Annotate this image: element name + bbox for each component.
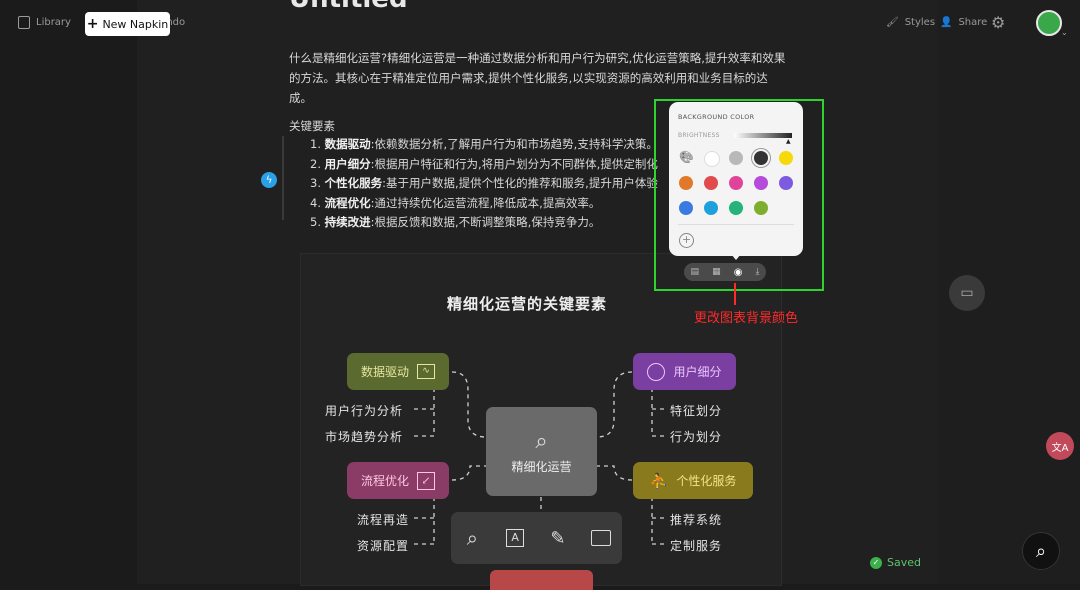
comment-icon: ▭ [960, 285, 974, 301]
search-star-icon: ⌕ [535, 428, 548, 454]
sub-market-trend[interactable]: 市场趋势分析 [325, 428, 403, 445]
node-user-segment[interactable]: 用户细分 [633, 353, 736, 390]
node-service-label: 个性化服务 [676, 474, 737, 488]
sub-feature-split[interactable]: 特征划分 [670, 402, 722, 419]
node-continuous-improve[interactable] [490, 570, 593, 590]
text-tool-icon[interactable]: A [501, 524, 529, 552]
zoom-button[interactable]: ⌕ [1022, 532, 1060, 570]
chart-line-icon: ∿ [417, 364, 435, 379]
sub-recommend-system[interactable]: 推荐系统 [670, 511, 722, 528]
check-circle-icon: ✓ [870, 556, 882, 569]
node-process-label: 流程优化 [360, 474, 409, 488]
arrow-diagonal-icon: ↙ [417, 471, 435, 490]
person-icon: ⛹ [649, 471, 669, 490]
comment-button[interactable]: ▭ [949, 275, 985, 311]
magic-search-icon[interactable]: ⌕ [458, 524, 486, 552]
node-user-label: 用户细分 [673, 365, 722, 379]
diagram-connectors [414, 371, 664, 545]
center-node[interactable]: ⌕ 精细化运营 [486, 407, 597, 496]
pen-icon[interactable]: ✎ [544, 524, 572, 552]
canvas-toolbar: ⌕ A ✎ [451, 512, 622, 564]
sub-user-behavior[interactable]: 用户行为分析 [325, 402, 403, 419]
node-personalized-service[interactable]: ⛹ 个性化服务 [633, 462, 753, 499]
annotation-arrow [734, 283, 736, 305]
node-data-label: 数据驱动 [360, 365, 409, 379]
sub-process-reengineer[interactable]: 流程再造 [357, 511, 409, 528]
image-icon[interactable] [587, 524, 615, 552]
annotation-text: 更改图表背景颜色 [694, 311, 799, 326]
sub-custom-service[interactable]: 定制服务 [670, 537, 722, 554]
magnifier-icon: ⌕ [1035, 540, 1047, 562]
node-data-driven[interactable]: 数据驱动 ∿ [347, 353, 449, 390]
translate-button[interactable]: 文A [1046, 432, 1074, 460]
translate-icon: 文A [1051, 442, 1069, 454]
sub-resource-allocation[interactable]: 资源配置 [357, 537, 409, 554]
node-process-optimize[interactable]: 流程优化 ↙ [347, 462, 449, 499]
saved-status: ✓ Saved [870, 556, 921, 569]
sub-behavior-split[interactable]: 行为划分 [670, 428, 722, 445]
saved-label: Saved [887, 556, 921, 569]
center-node-label: 精细化运营 [511, 459, 572, 474]
ball-icon [647, 362, 666, 381]
highlight-box [654, 99, 824, 291]
